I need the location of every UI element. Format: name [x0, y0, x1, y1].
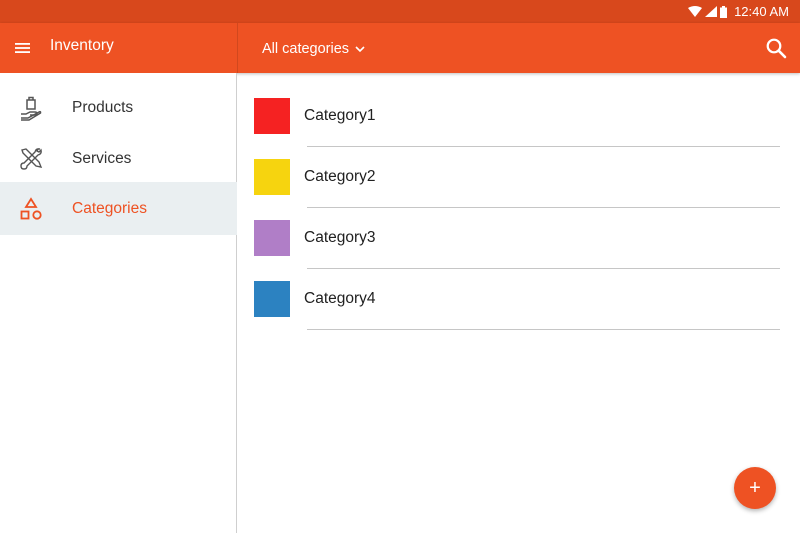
wifi-icon: [688, 6, 703, 17]
sidebar-item-categories[interactable]: Categories: [0, 182, 237, 235]
products-icon: [21, 96, 42, 121]
sidebar-item-products[interactable]: Products: [0, 82, 237, 134]
status-bar: 12:40 AM: [0, 0, 800, 23]
color-swatch: [254, 98, 290, 134]
category-filter-label: All categories: [262, 41, 350, 57]
category-filter-dropdown[interactable]: All categories: [262, 41, 365, 57]
category-list: Category1 Category2 Category3 Category4: [238, 73, 800, 533]
category-name: Category2: [304, 168, 376, 185]
status-time: 12:40 AM: [734, 4, 789, 19]
status-icons: [688, 5, 728, 18]
battery-icon: [720, 5, 728, 18]
chevron-down-icon: [355, 45, 365, 52]
color-swatch: [254, 159, 290, 195]
search-icon[interactable]: [764, 36, 788, 60]
category-name: Category1: [304, 107, 376, 124]
sidebar-item-label: Services: [72, 150, 132, 167]
color-swatch: [254, 281, 290, 317]
sidebar-item-services[interactable]: Services: [0, 133, 237, 185]
categories-icon: [20, 196, 42, 220]
list-divider: [307, 146, 780, 147]
sidebar-item-label: Categories: [72, 199, 147, 217]
app-title: Inventory: [50, 37, 114, 54]
services-icon: [20, 148, 43, 170]
list-divider: [307, 329, 780, 330]
app-bar: Inventory All categories: [0, 23, 800, 73]
list-divider: [307, 207, 780, 208]
list-divider: [307, 268, 780, 269]
cell-signal-icon: [705, 6, 718, 17]
navigation-drawer: Products Services Categories: [0, 73, 237, 533]
add-icon: +: [749, 477, 761, 499]
sidebar-item-label: Products: [72, 99, 134, 116]
color-swatch: [254, 220, 290, 256]
list-item-category[interactable]: Category2: [238, 159, 800, 220]
list-item-category[interactable]: Category4: [238, 281, 800, 342]
app-bar-divider: [237, 23, 238, 73]
category-name: Category4: [304, 290, 376, 307]
hamburger-menu-icon[interactable]: [13, 39, 33, 57]
list-item-category[interactable]: Category1: [238, 98, 800, 159]
category-name: Category3: [304, 229, 376, 246]
list-item-category[interactable]: Category3: [238, 220, 800, 281]
add-category-button[interactable]: +: [734, 467, 776, 509]
